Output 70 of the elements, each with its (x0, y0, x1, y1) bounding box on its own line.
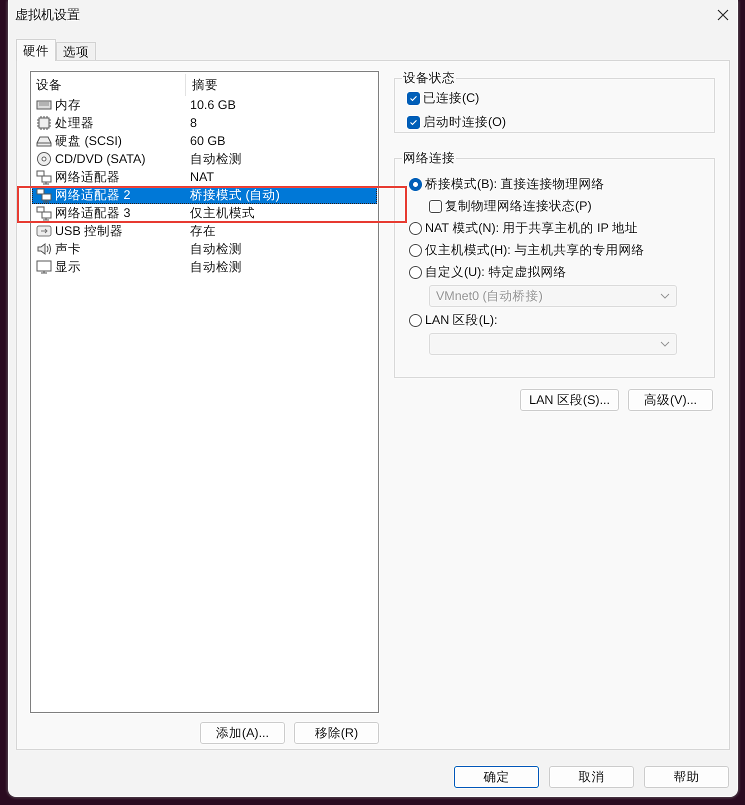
chip-icon (36, 115, 52, 131)
device-name: 声卡 (54, 240, 82, 258)
radio-button[interactable] (408, 222, 422, 234)
device-name: 硬盘 (SCSI) (54, 132, 123, 150)
radio-button[interactable] (408, 244, 422, 256)
network-icon (36, 205, 52, 221)
disc-icon (36, 151, 52, 167)
device-summary: 存在 (189, 222, 216, 240)
speaker-icon (36, 241, 52, 257)
device-name: 内存 (54, 96, 82, 114)
device-summary: 10.6 GB (189, 98, 236, 112)
device-summary: 自动检测 (189, 240, 242, 258)
settings-button[interactable]: 高级(V)... (628, 389, 713, 411)
dialog-button[interactable]: 帮助 (644, 766, 729, 788)
checkbox-label[interactable]: 启动时连接(O) (422, 114, 506, 130)
device-name: USB 控制器 (54, 222, 124, 240)
monitor-icon (36, 259, 52, 275)
tab[interactable]: 硬件 (16, 39, 56, 61)
radio-button[interactable] (408, 314, 422, 326)
device-summary: NAT (189, 170, 214, 184)
window-title: 虚拟机设置 (15, 6, 80, 24)
radio-label[interactable]: 桥接模式(B): 直接连接物理网络 (424, 176, 605, 192)
device-name: 网络适配器 3 (54, 204, 132, 222)
radio-button[interactable] (408, 266, 422, 278)
network-icon (36, 187, 52, 203)
device-summary: 桥接模式 (自动) (189, 186, 280, 204)
device-name: 显示 (54, 258, 82, 276)
device-name: 网络适配器 (54, 168, 121, 186)
device-row[interactable]: 内存 10.6 GB (32, 96, 377, 114)
device-summary: 仅主机模式 (189, 204, 255, 222)
device-row[interactable]: 硬盘 (SCSI) 60 GB (32, 132, 377, 150)
device-name: 处理器 (54, 114, 95, 132)
device-name: CD/DVD (SATA) (54, 152, 147, 166)
column-header[interactable]: 设备 (32, 74, 186, 96)
dialog-button[interactable]: 取消 (549, 766, 634, 788)
settings-button[interactable]: LAN 区段(S)... (520, 389, 619, 411)
radio-label[interactable]: 自定义(U): 特定虚拟网络 (424, 264, 566, 280)
list-button[interactable]: 移除(R) (294, 722, 379, 744)
radio-label[interactable]: 仅主机模式(H): 与主机共享的专用网络 (424, 242, 644, 258)
device-summary: 自动检测 (189, 258, 242, 276)
checkbox-label[interactable]: 复制物理网络连接状态(P) (444, 198, 592, 214)
tab[interactable]: 选项 (56, 42, 96, 60)
checkbox[interactable] (406, 116, 420, 128)
radio-button[interactable] (408, 178, 422, 190)
device-row[interactable]: 网络适配器 3 仅主机模式 (32, 204, 377, 222)
radio-label[interactable]: NAT 模式(N): 用于共享主机的 IP 地址 (424, 220, 638, 236)
device-row[interactable]: CD/DVD (SATA) 自动检测 (32, 150, 377, 168)
device-row[interactable]: 声卡 自动检测 (32, 240, 377, 258)
device-summary: 8 (189, 116, 197, 130)
device-row[interactable]: 处理器 8 (32, 114, 377, 132)
checkbox[interactable] (406, 92, 420, 104)
group-title: 设备状态 (402, 70, 456, 87)
device-name: 网络适配器 2 (54, 186, 132, 204)
checkbox[interactable] (428, 200, 442, 212)
device-summary: 自动检测 (189, 150, 242, 168)
caret-icon (660, 293, 670, 299)
device-row[interactable]: 网络适配器 NAT (32, 168, 377, 186)
device-row[interactable]: 显示 自动检测 (32, 258, 377, 276)
radio-label[interactable]: LAN 区段(L): (424, 312, 498, 328)
usb-icon (36, 223, 52, 239)
checkbox-label[interactable]: 已连接(C) (422, 90, 480, 106)
device-row[interactable]: USB 控制器 存在 (32, 222, 377, 240)
dialog-button[interactable]: 确定 (454, 766, 539, 788)
group-title: 网络连接 (402, 150, 456, 167)
network-icon (36, 169, 52, 185)
caret-icon (660, 341, 670, 347)
column-header[interactable]: 摘要 (186, 74, 218, 96)
close-icon[interactable] (716, 8, 730, 22)
device-summary: 60 GB (189, 134, 226, 148)
list-button[interactable]: 添加(A)... (200, 722, 285, 744)
